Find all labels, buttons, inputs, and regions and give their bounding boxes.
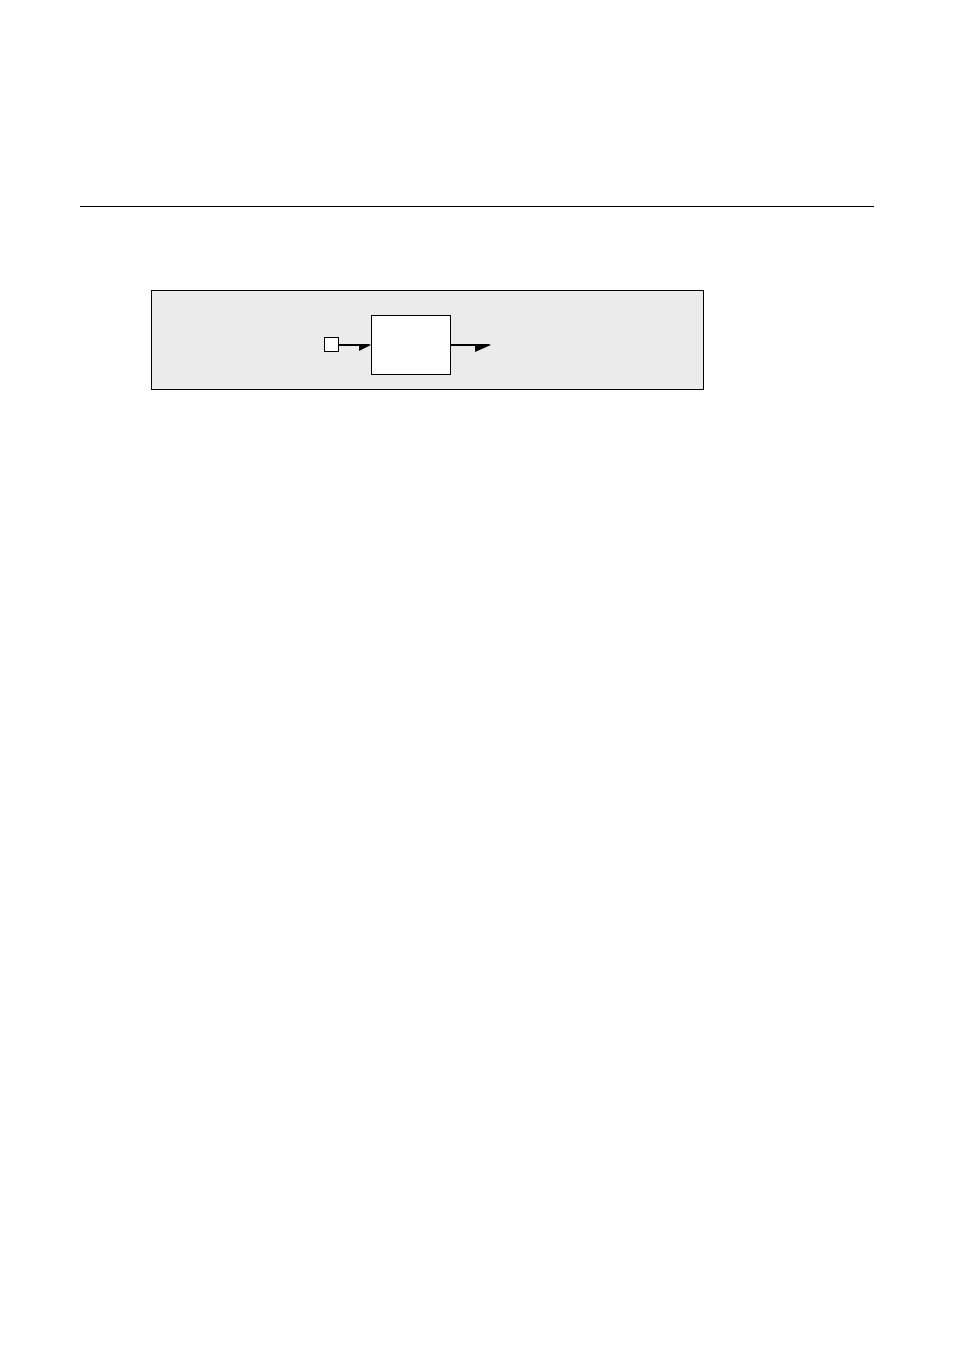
input-node: [324, 337, 339, 352]
horizontal-rule: [80, 206, 874, 207]
diagram-container: [151, 290, 704, 390]
arrow-in-icon: [339, 344, 373, 358]
page: [0, 0, 954, 1350]
main-block: [371, 315, 451, 375]
arrow-out-icon: [451, 344, 493, 360]
